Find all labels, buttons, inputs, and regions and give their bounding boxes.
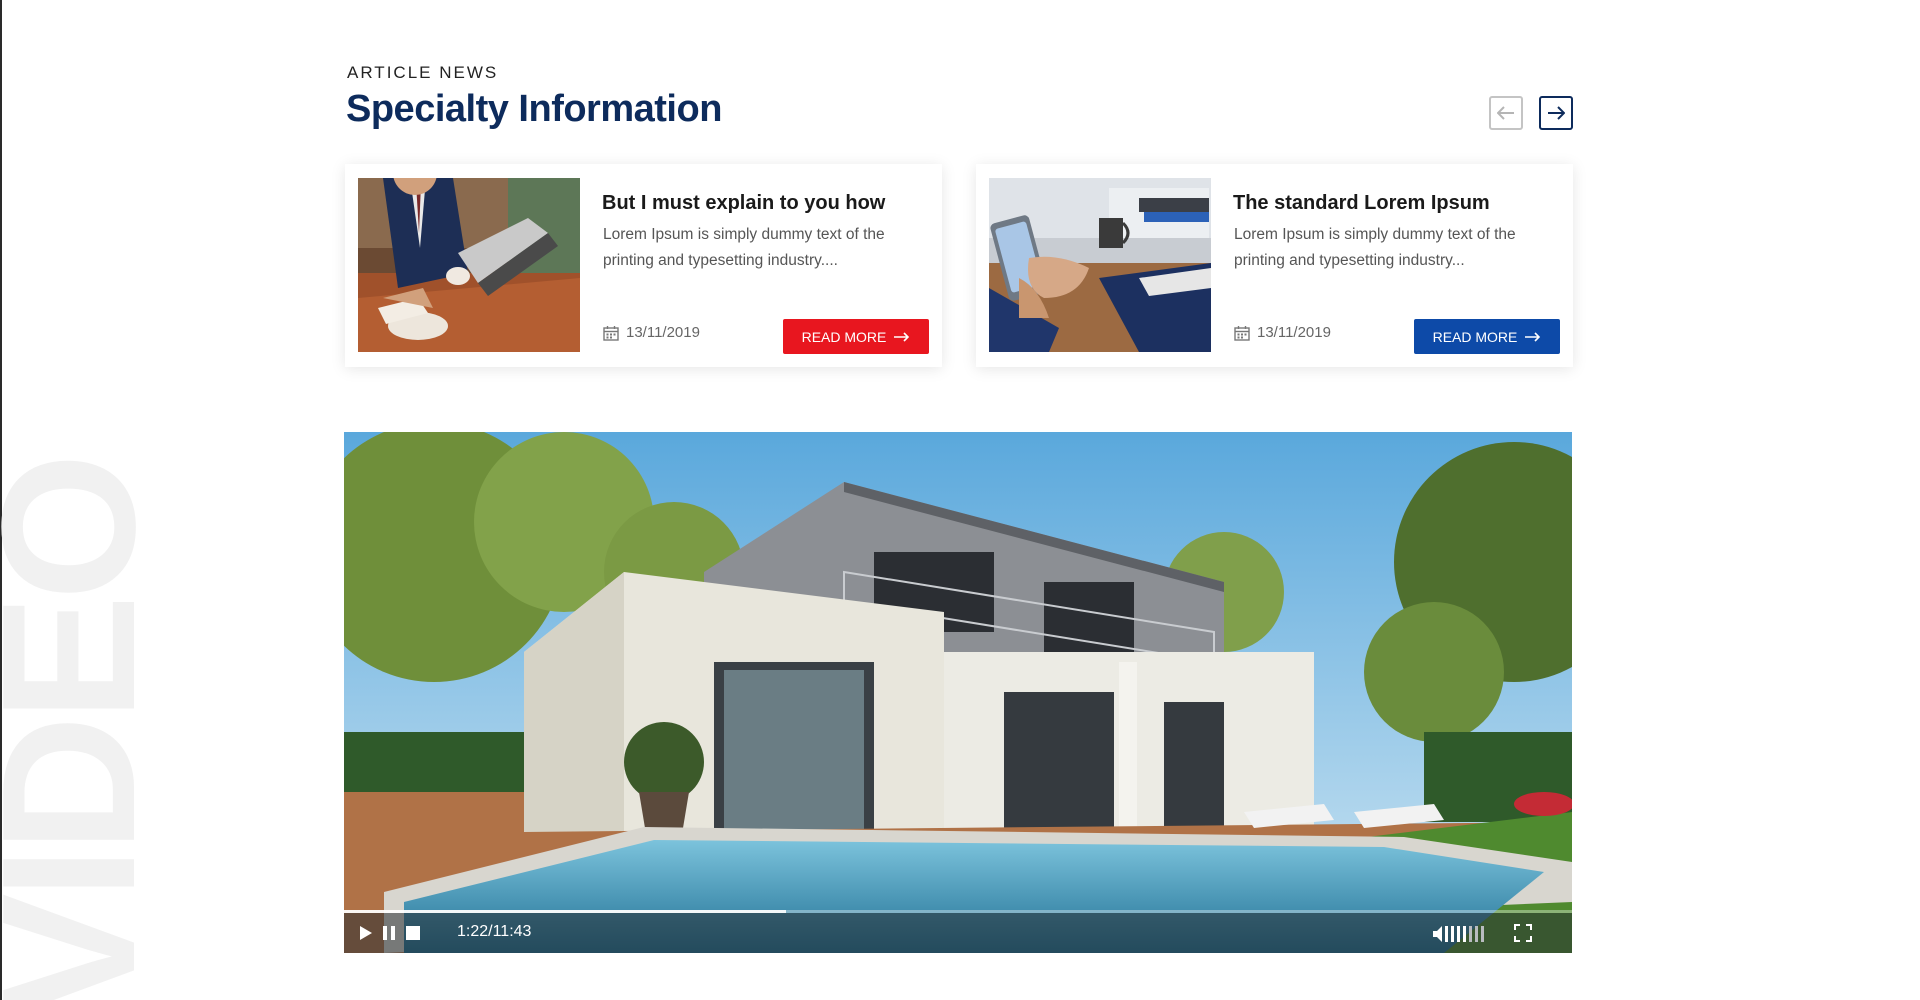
article-thumbnail[interactable]: [358, 178, 580, 352]
arrow-right-icon: [894, 331, 910, 342]
article-date-text: 13/11/2019: [1257, 324, 1331, 341]
arrow-right-icon: [1525, 331, 1541, 342]
video-player[interactable]: 1:22/11:43: [344, 432, 1572, 953]
arrow-left-icon: [1497, 106, 1514, 120]
fullscreen-icon[interactable]: [1514, 924, 1532, 942]
video-time: 1:22/11:43: [457, 923, 532, 940]
arrow-right-icon: [1548, 106, 1565, 120]
article-date-text: 13/11/2019: [626, 324, 700, 341]
article-title[interactable]: But I must explain to you how: [602, 192, 885, 215]
video-watermark: VIDEO: [0, 430, 144, 1000]
volume-icon[interactable]: [1432, 925, 1486, 943]
section-title: Specialty Information: [346, 88, 722, 130]
article-card: But I must explain to you how Lorem Ipsu…: [345, 164, 942, 367]
carousel-next-button[interactable]: [1539, 96, 1573, 130]
watermark-text: VIDEO: [0, 458, 144, 1000]
article-date: 13/11/2019: [1234, 324, 1331, 341]
video-frame: [344, 432, 1572, 953]
section-eyebrow: ARTICLE NEWS: [347, 63, 499, 82]
read-more-label: READ MORE: [801, 328, 887, 345]
read-more-label: READ MORE: [1432, 328, 1518, 345]
video-controls: 1:22/11:43: [344, 913, 1572, 953]
read-more-button[interactable]: READ MORE: [783, 319, 929, 354]
article-title[interactable]: The standard Lorem Ipsum: [1233, 192, 1490, 215]
play-icon[interactable]: [359, 925, 373, 941]
calendar-icon: [603, 325, 619, 341]
article-excerpt: Lorem Ipsum is simply dummy text of the …: [1234, 226, 1516, 269]
article-thumbnail[interactable]: [989, 178, 1211, 352]
stop-icon[interactable]: [405, 925, 421, 941]
article-card: The standard Lorem Ipsum Lorem Ipsum is …: [976, 164, 1573, 367]
carousel-prev-button[interactable]: [1489, 96, 1523, 130]
article-date: 13/11/2019: [603, 324, 700, 341]
read-more-button[interactable]: READ MORE: [1414, 319, 1560, 354]
article-excerpt: Lorem Ipsum is simply dummy text of the …: [603, 226, 885, 269]
calendar-icon: [1234, 325, 1250, 341]
pause-icon[interactable]: [382, 925, 396, 941]
